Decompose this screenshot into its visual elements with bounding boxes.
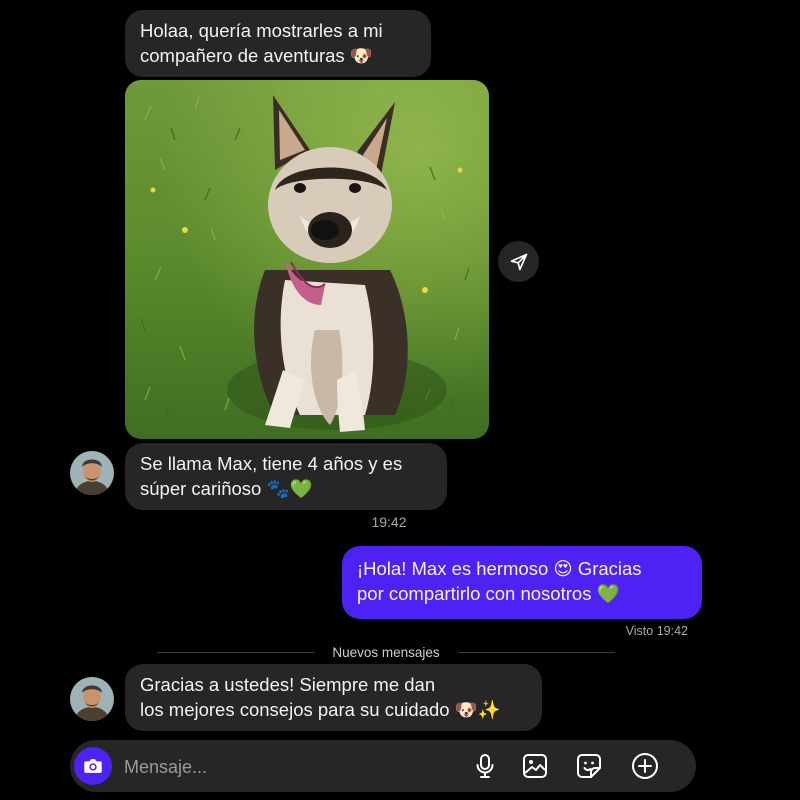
incoming-message-bubble[interactable]: Se llama Max, tiene 4 años y es súper ca… xyxy=(125,443,447,510)
outgoing-message-bubble[interactable]: ¡Hola! Max es hermoso 😍 Gracias por comp… xyxy=(342,546,702,619)
message-line: súper cariñoso 🐾💚 xyxy=(140,478,313,499)
contact-avatar[interactable] xyxy=(70,451,114,495)
gallery-icon xyxy=(523,754,547,778)
message-composer xyxy=(70,740,696,794)
message-line: Gracias a ustedes! Siempre me dan xyxy=(140,674,436,695)
voice-message-button[interactable] xyxy=(470,751,500,781)
gallery-button[interactable] xyxy=(520,751,550,781)
contact-avatar[interactable] xyxy=(70,677,114,721)
incoming-message-bubble[interactable]: Holaa, quería mostrarles a mi compañero … xyxy=(125,10,431,77)
camera-icon xyxy=(84,759,102,773)
message-line: los mejores consejos para su cuidado 🐶✨ xyxy=(140,699,501,720)
send-icon xyxy=(510,253,527,270)
avatar-icon xyxy=(70,451,114,495)
divider-line xyxy=(457,651,615,653)
shared-dog-photo[interactable] xyxy=(125,80,489,439)
message-line: Se llama Max, tiene 4 años y es xyxy=(140,453,403,474)
camera-button[interactable] xyxy=(74,747,112,785)
new-messages-label: Nuevos mensajes xyxy=(332,644,440,660)
share-photo-button[interactable] xyxy=(498,241,539,282)
divider-line xyxy=(157,651,315,653)
microphone-icon xyxy=(476,754,494,778)
message-line: ¡Hola! Max es hermoso 😍 Gracias xyxy=(357,558,642,579)
seen-status: Visto 19:42 xyxy=(625,624,688,638)
german-shepherd-dog-photo xyxy=(125,80,489,439)
sticker-icon xyxy=(577,754,601,778)
new-messages-divider: Nuevos mensajes xyxy=(157,642,615,662)
plus-icon xyxy=(632,753,658,779)
message-timestamp: 19:42 xyxy=(371,514,407,530)
message-line: compañero de aventuras 🐶 xyxy=(140,45,373,66)
more-options-button[interactable] xyxy=(630,751,660,781)
sticker-button[interactable] xyxy=(574,751,604,781)
message-input[interactable] xyxy=(122,740,426,794)
message-line: Holaa, quería mostrarles a mi xyxy=(140,20,383,41)
incoming-message-bubble[interactable]: Gracias a ustedes! Siempre me dan los me… xyxy=(125,664,542,731)
avatar-icon xyxy=(70,677,114,721)
message-line: por compartirlo con nosotros 💚 xyxy=(357,583,620,604)
